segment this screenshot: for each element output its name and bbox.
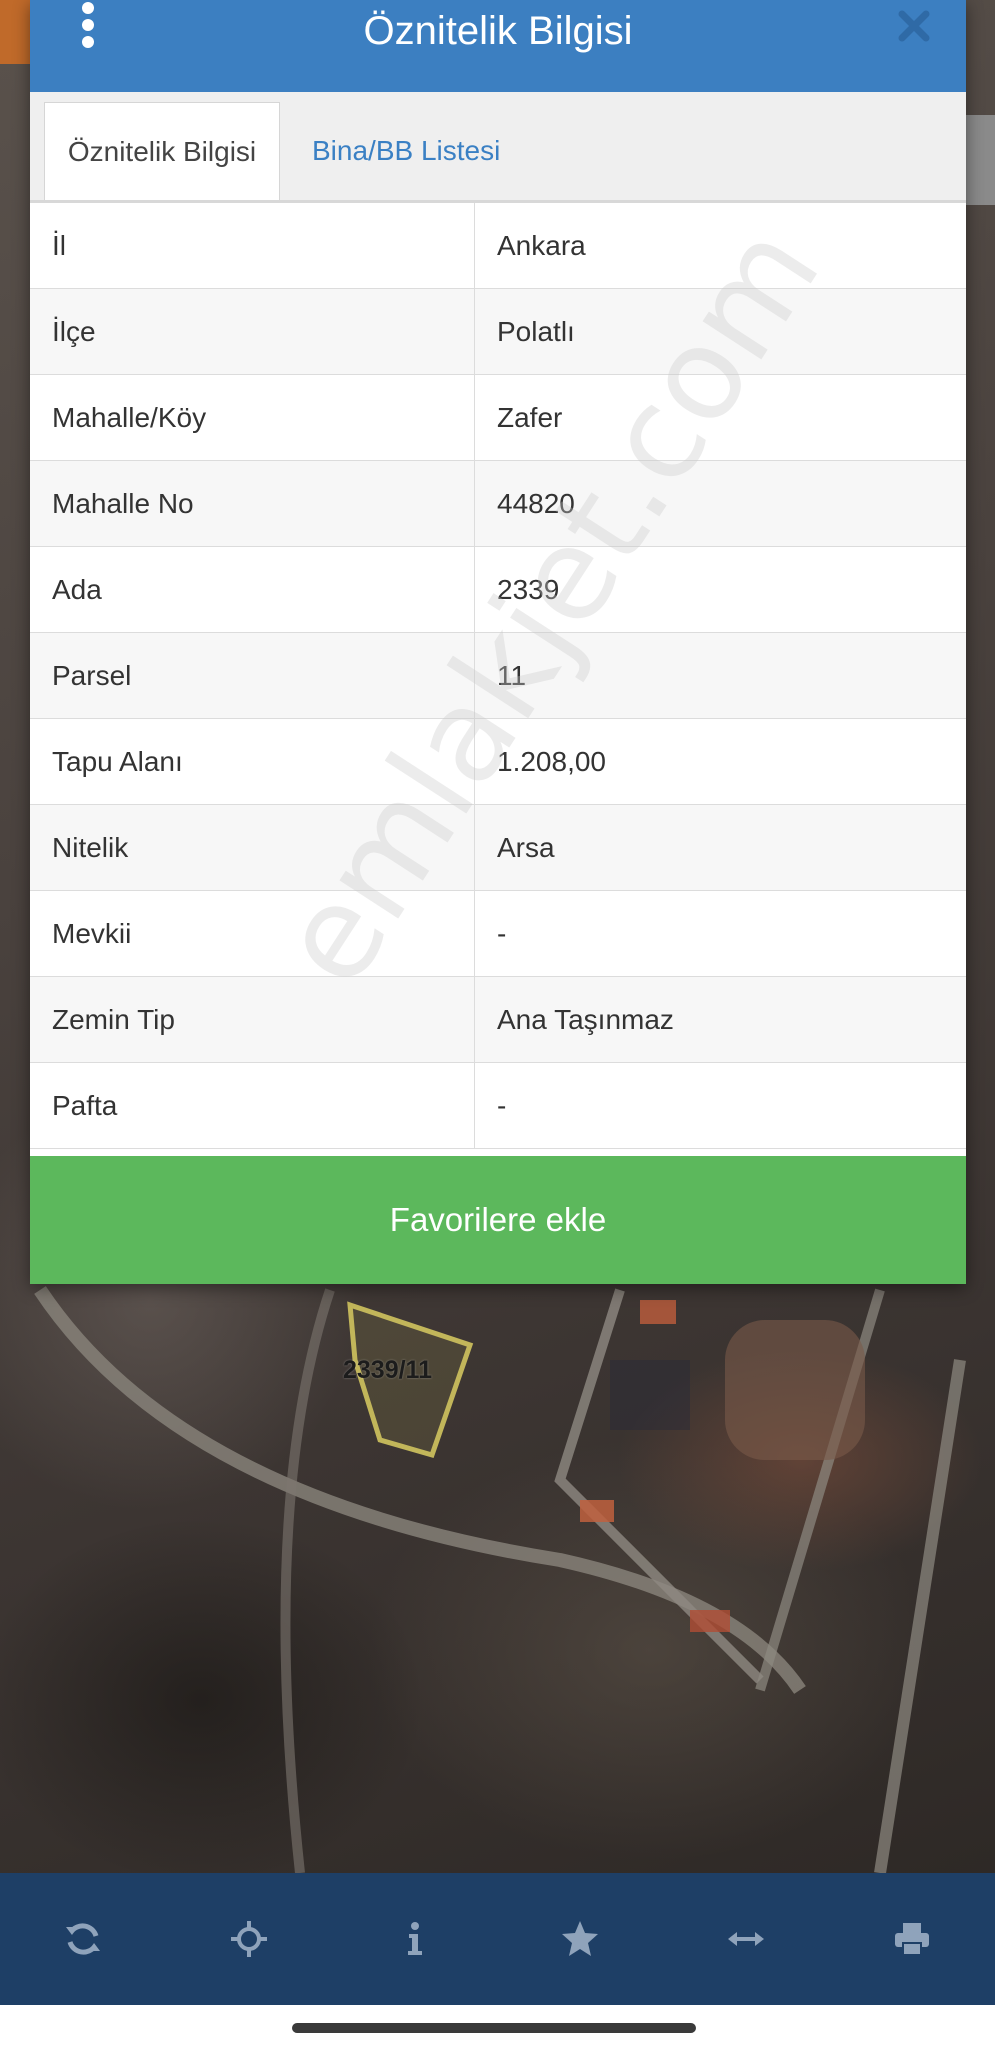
- table-row: Mahalle/Köy Zafer: [30, 375, 966, 461]
- attribute-value: Arsa: [497, 831, 555, 863]
- info-icon: [407, 1922, 422, 1955]
- table-row: Ada 2339: [30, 547, 966, 633]
- locate-button[interactable]: [219, 1909, 279, 1969]
- attribute-key: İlçe: [30, 289, 475, 374]
- measure-button[interactable]: [716, 1909, 776, 1969]
- attribute-key: Mevkii: [30, 891, 475, 976]
- attribute-value: 1.208,00: [497, 745, 606, 777]
- attribute-dialog: Öznitelik Bilgisi Öznitelik Bilgisi Bina…: [30, 0, 966, 1284]
- system-nav-bar: [0, 2005, 995, 2048]
- map-edge-strip: [0, 0, 30, 64]
- tab-oznitelik-bilgisi[interactable]: Öznitelik Bilgisi: [44, 102, 280, 200]
- attribute-value: Ana Taşınmaz: [497, 1003, 674, 1035]
- attribute-key: Zemin Tip: [30, 977, 475, 1062]
- attribute-value: 11: [497, 659, 527, 691]
- dialog-header: Öznitelik Bilgisi: [30, 0, 966, 92]
- table-row: Mahalle No 44820: [30, 461, 966, 547]
- parcel-label: 2339/11: [343, 1356, 432, 1384]
- table-row: Tapu Alanı 1.208,00: [30, 719, 966, 805]
- print-button[interactable]: [882, 1909, 942, 1969]
- table-row: İlçe Polatlı: [30, 289, 966, 375]
- attribute-key: Mahalle No: [30, 461, 475, 546]
- attribute-value: 44820: [497, 487, 575, 519]
- info-button[interactable]: [385, 1909, 445, 1969]
- tab-bar: Öznitelik Bilgisi Bina/BB Listesi: [30, 92, 966, 203]
- attribute-key: Pafta: [30, 1063, 475, 1148]
- table-row: İl Ankara: [30, 203, 966, 289]
- map-right-strip: [965, 115, 995, 205]
- attribute-table: İl Ankara İlçe Polatlı Mahalle/Köy Zafer…: [30, 203, 966, 1149]
- attribute-value: Ankara: [497, 229, 586, 261]
- attribute-key: Ada: [30, 547, 475, 632]
- dialog-title: Öznitelik Bilgisi: [363, 8, 633, 53]
- attribute-key: Nitelik: [30, 805, 475, 890]
- bottom-toolbar: [0, 1873, 995, 2005]
- attribute-value: Polatlı: [497, 315, 575, 347]
- print-icon: [895, 1923, 930, 1956]
- favorites-button[interactable]: [550, 1909, 610, 1969]
- table-row: Parsel 11: [30, 633, 966, 719]
- measure-icon: [728, 1932, 765, 1946]
- attribute-value: 2339: [497, 573, 560, 605]
- add-to-favorites-button[interactable]: Favorilere ekle: [30, 1156, 966, 1284]
- attribute-key: Parsel: [30, 633, 475, 718]
- table-row: Nitelik Arsa: [30, 805, 966, 891]
- table-row: Mevkii -: [30, 891, 966, 977]
- home-indicator[interactable]: [292, 2023, 696, 2033]
- more-vertical-icon[interactable]: [80, 2, 96, 48]
- refresh-button[interactable]: [53, 1909, 113, 1969]
- star-icon: [562, 1921, 599, 1956]
- refresh-icon: [65, 1923, 100, 1955]
- locate-icon: [230, 1921, 267, 1957]
- attribute-value: -: [497, 917, 507, 949]
- close-icon[interactable]: [896, 8, 932, 44]
- attribute-key: Tapu Alanı: [30, 719, 475, 804]
- tab-bina-bb-listesi[interactable]: Bina/BB Listesi: [290, 102, 522, 200]
- attribute-value: Zafer: [497, 401, 563, 433]
- attribute-value: -: [497, 1089, 507, 1121]
- table-row: Pafta -: [30, 1063, 966, 1149]
- table-row: Zemin Tip Ana Taşınmaz: [30, 977, 966, 1063]
- attribute-key: Mahalle/Köy: [30, 375, 475, 460]
- attribute-key: İl: [30, 203, 475, 288]
